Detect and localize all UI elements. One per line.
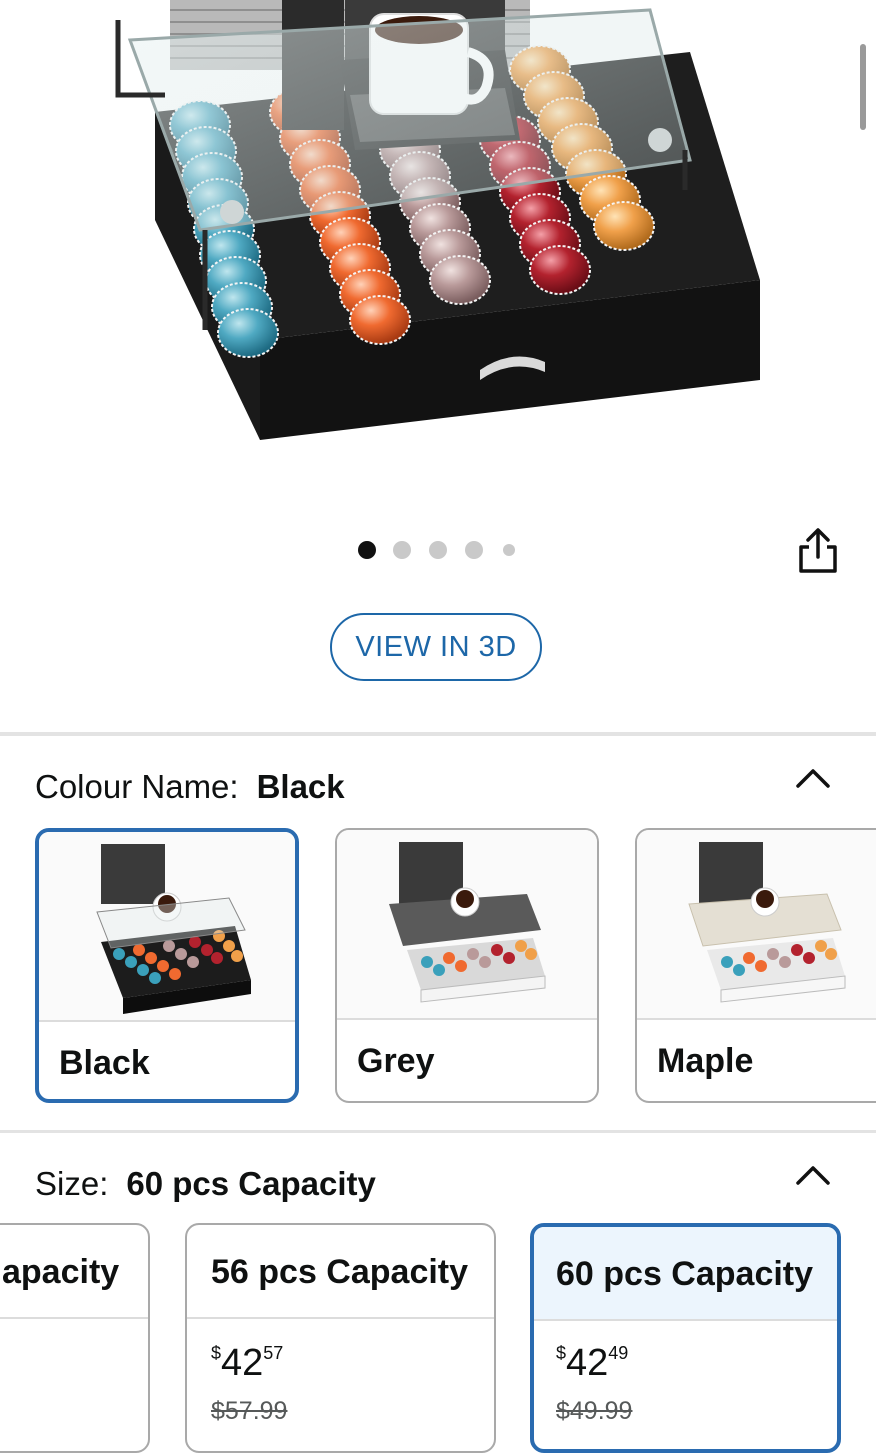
size-label-text: Size: — [35, 1165, 109, 1202]
size-option-price: $4257 — [211, 1342, 283, 1385]
colour-thumbnail-grey — [337, 830, 597, 1018]
size-option-divider — [0, 1317, 148, 1319]
image-pagination-dots — [0, 536, 876, 564]
size-label: Size: 60 pcs Capacity — [35, 1165, 376, 1203]
colour-option-grey[interactable]: Grey — [335, 828, 599, 1103]
pagination-dot-5[interactable] — [503, 544, 515, 556]
chevron-up-icon — [796, 1166, 830, 1185]
swatch-divider — [39, 1020, 295, 1022]
chevron-up-icon — [796, 769, 830, 788]
price-whole: 42 — [566, 1342, 609, 1384]
price-fraction: 49 — [608, 1343, 629, 1363]
price-fraction: 57 — [263, 1343, 284, 1363]
view-in-3d-button[interactable]: VIEW IN 3D — [330, 613, 542, 681]
pagination-dot-1[interactable] — [358, 541, 376, 559]
colour-label-text: Colour Name: — [35, 768, 239, 805]
price-whole: 42 — [221, 1342, 264, 1384]
section-divider — [0, 732, 876, 736]
colour-option-label: Black — [59, 1044, 150, 1082]
pagination-dot-2[interactable] — [393, 541, 411, 559]
swatch-divider — [337, 1018, 597, 1020]
product-photo — [115, 0, 760, 440]
colour-selected-value: Black — [256, 768, 345, 805]
swatch-divider — [637, 1018, 876, 1020]
colour-name-label: Colour Name: Black — [35, 768, 345, 806]
scrollbar[interactable] — [860, 44, 866, 130]
colour-option-maple[interactable]: Maple — [635, 828, 876, 1103]
list-price: $57.99 — [211, 1397, 288, 1425]
colour-thumbnail-black — [39, 832, 295, 1020]
size-option-price: $4249 — [556, 1342, 628, 1385]
size-selected-value: 60 pcs Capacity — [126, 1165, 376, 1202]
colour-collapse-toggle[interactable] — [793, 762, 833, 792]
pagination-dot-4[interactable] — [465, 541, 483, 559]
size-option-divider — [187, 1317, 494, 1319]
section-divider — [0, 1130, 876, 1133]
size-option-60-pcs[interactable]: 60 pcs Capacity $4249 $49.99 — [530, 1223, 841, 1453]
colour-option-label: Maple — [657, 1042, 754, 1080]
size-option-title: 56 pcs Capacity — [211, 1253, 469, 1291]
price-currency: $ — [556, 1343, 567, 1363]
size-option-partial[interactable]: apacity — [0, 1223, 150, 1453]
colour-thumbnail-maple — [637, 830, 876, 1018]
share-icon — [799, 528, 837, 573]
size-option-divider — [534, 1319, 837, 1321]
share-button[interactable] — [796, 527, 840, 575]
pagination-dot-3[interactable] — [429, 541, 447, 559]
size-option-title: 60 pcs Capacity — [556, 1255, 814, 1293]
list-price: $49.99 — [556, 1397, 633, 1425]
size-collapse-toggle[interactable] — [793, 1159, 833, 1189]
size-option-56-pcs[interactable]: 56 pcs Capacity $4257 $57.99 — [185, 1223, 496, 1453]
product-image[interactable] — [0, 0, 876, 500]
price-currency: $ — [211, 1343, 222, 1363]
colour-option-label: Grey — [357, 1042, 435, 1080]
size-option-title: apacity — [2, 1253, 120, 1291]
colour-option-black[interactable]: Black — [35, 828, 299, 1103]
